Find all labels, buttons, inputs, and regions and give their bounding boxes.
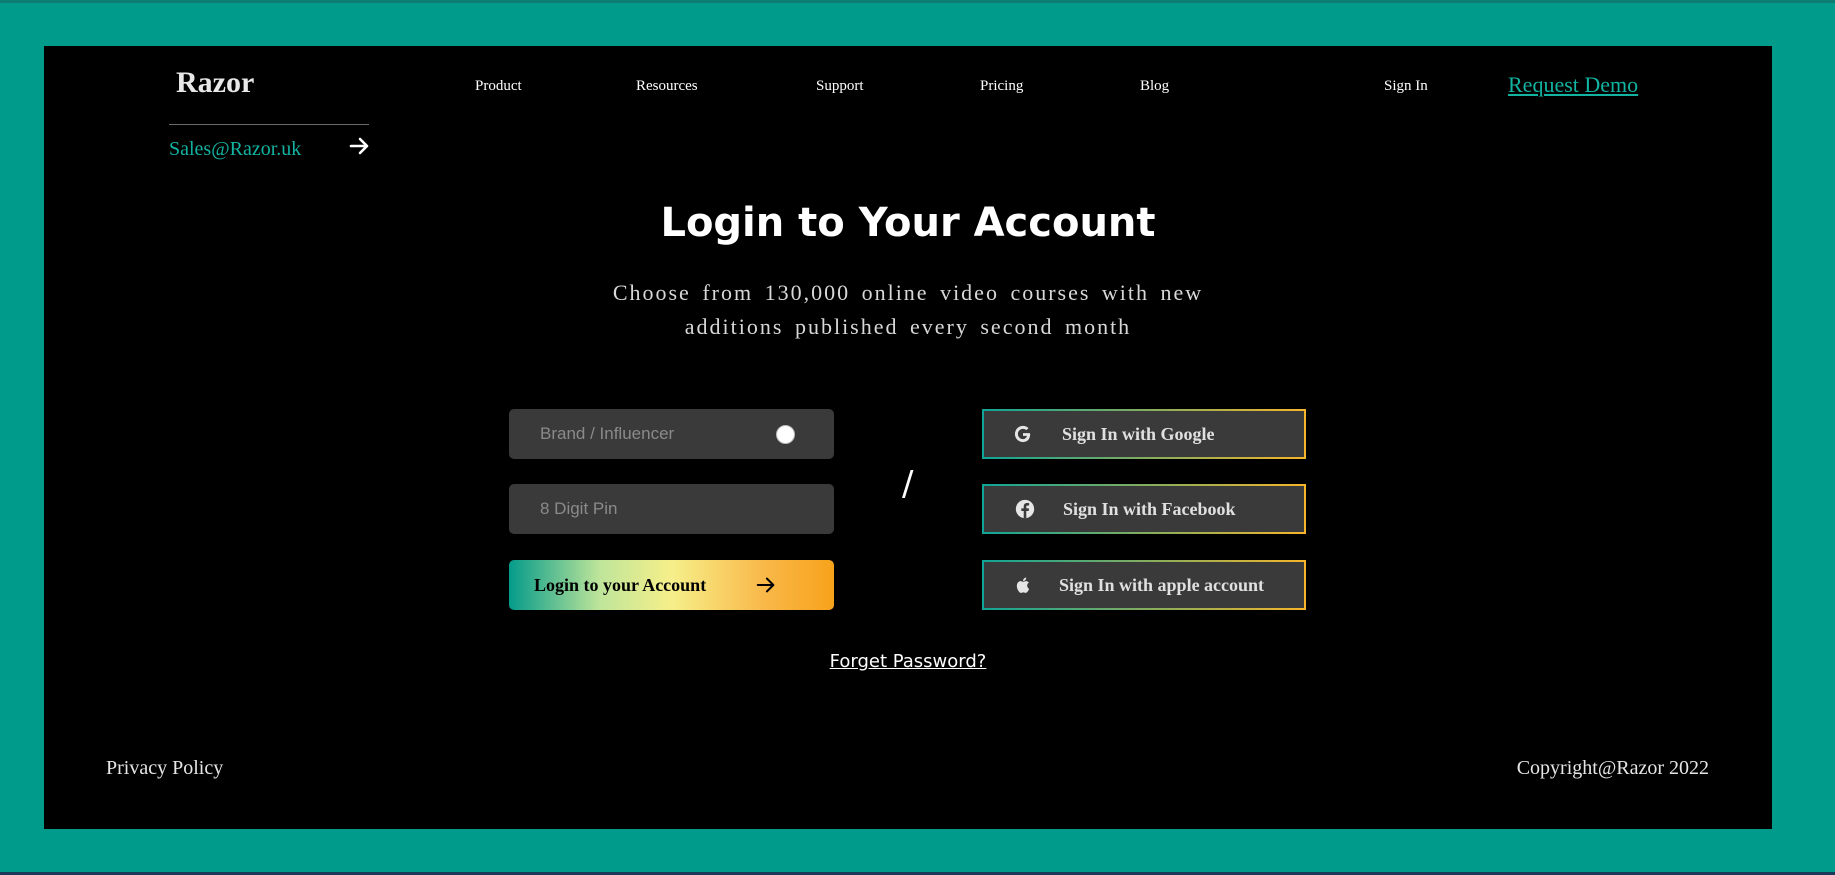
- pin-field: [509, 484, 834, 534]
- login-button-label: Login to your Account: [534, 574, 707, 595]
- google-sign-in-label: Sign In with Google: [1062, 424, 1215, 444]
- nav-blog[interactable]: Blog: [1140, 78, 1169, 95]
- top-edge: [0, 0, 1835, 3]
- separator: /: [902, 464, 914, 504]
- sign-in-link[interactable]: Sign In: [1384, 78, 1428, 95]
- nav-resources[interactable]: Resources: [636, 78, 698, 95]
- arrow-right-icon[interactable]: [348, 134, 372, 158]
- apple-sign-in-button[interactable]: Sign In with apple account: [982, 560, 1306, 610]
- role-field: [509, 409, 834, 459]
- logo[interactable]: Razor: [176, 66, 254, 100]
- apple-sign-in-label: Sign In with apple account: [1059, 575, 1265, 595]
- privacy-policy-link[interactable]: Privacy Policy: [106, 757, 223, 780]
- pin-input[interactable]: [509, 484, 834, 534]
- apple-icon: [1016, 577, 1030, 593]
- page-subtitle: Choose from 130,000 online video courses…: [608, 276, 1208, 344]
- nav-support[interactable]: Support: [816, 78, 864, 95]
- google-sign-in-button[interactable]: Sign In with Google: [982, 409, 1306, 459]
- nav-product[interactable]: Product: [475, 78, 522, 95]
- copyright-text: Copyright@Razor 2022: [1516, 757, 1709, 779]
- page-title: Login to Your Account: [660, 200, 1156, 246]
- request-demo-link[interactable]: Request Demo: [1508, 72, 1638, 98]
- logo-divider: [169, 124, 369, 125]
- forget-password-link[interactable]: Forget Password?: [44, 651, 1772, 672]
- login-button[interactable]: Login to your Account: [509, 560, 834, 610]
- google-icon: [1014, 425, 1031, 443]
- facebook-sign-in-button[interactable]: Sign In with Facebook: [982, 484, 1306, 534]
- nav-pricing[interactable]: Pricing: [980, 78, 1023, 95]
- sales-email-link[interactable]: Sales@Razor.uk: [169, 138, 301, 161]
- facebook-icon: [1015, 499, 1035, 519]
- subtitle-line-2: additions published every second month: [684, 314, 1132, 339]
- subtitle-line-1: Choose from 130,000 online video courses…: [612, 280, 1204, 305]
- role-toggle[interactable]: [776, 425, 795, 444]
- facebook-sign-in-label: Sign In with Facebook: [1063, 499, 1236, 519]
- page-frame: Razor Sales@Razor.uk Product Resources S…: [44, 46, 1772, 829]
- arrow-right-icon: [756, 577, 775, 593]
